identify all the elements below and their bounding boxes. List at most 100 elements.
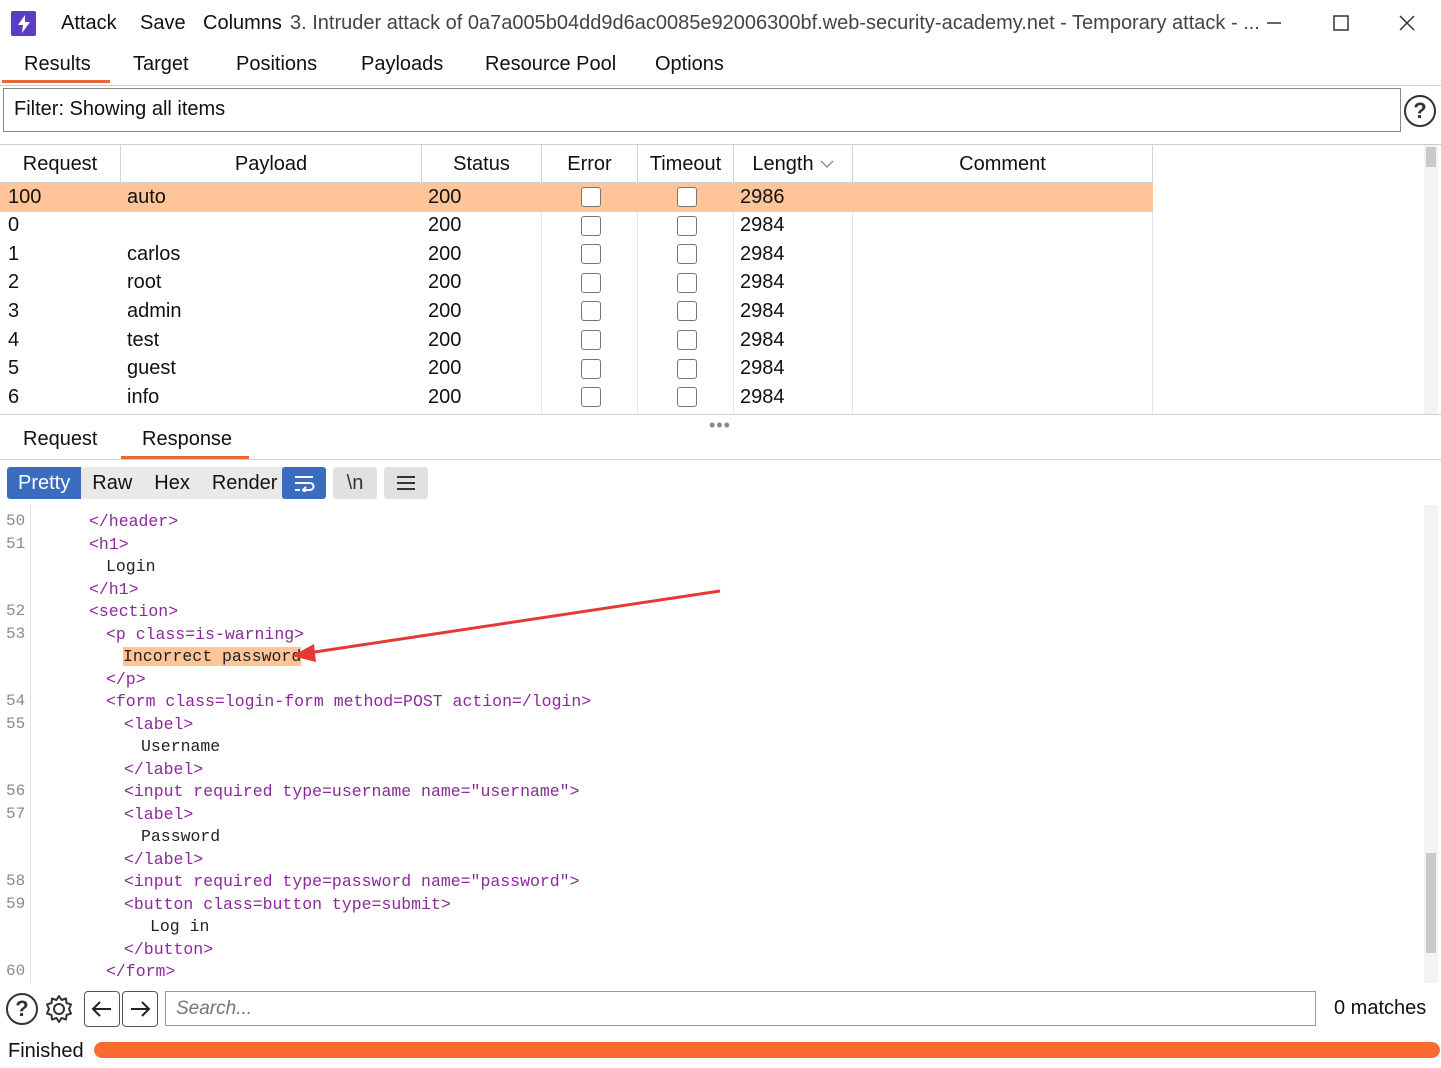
tab-resource-pool[interactable]: Resource Pool (485, 53, 616, 76)
wrap-lines-button[interactable] (282, 467, 326, 499)
cell-length: 2984 (740, 214, 785, 237)
settings-button[interactable] (42, 992, 76, 1026)
table-row[interactable]: 6 info 200 2984 (0, 383, 1153, 412)
cell-status: 200 (428, 299, 462, 322)
hamburger-menu-icon (397, 476, 415, 490)
response-code-view[interactable]: 50 51 52 53 54 55 56 57 58 59 60 </heade… (0, 505, 1424, 983)
cell-status: 200 (428, 185, 462, 208)
checkbox (677, 358, 697, 379)
table-row[interactable]: 2 root 200 2984 (0, 269, 1153, 298)
cell-timeout (677, 183, 697, 211)
cell-length: 2984 (740, 385, 785, 408)
view-hex-button[interactable]: Hex (143, 467, 201, 499)
search-input[interactable] (165, 991, 1316, 1026)
cell-error (581, 297, 601, 325)
tab-request[interactable]: Request (23, 428, 98, 451)
menu-columns[interactable]: Columns (203, 12, 282, 35)
checkbox (581, 358, 601, 379)
next-match-button[interactable] (122, 991, 158, 1027)
cell-request: 0 (8, 214, 20, 237)
burp-logo-icon (11, 11, 36, 36)
active-tab-indicator (121, 456, 249, 459)
checkbox (677, 244, 697, 265)
table-header: Request Payload Status Error Timeout Len… (0, 145, 1153, 183)
checkbox (677, 301, 697, 322)
cell-length: 2984 (740, 271, 785, 294)
filter-bar[interactable]: Filter: Showing all items (3, 88, 1401, 132)
table-row[interactable]: 100 auto 200 2986 (0, 183, 1153, 212)
checkbox (677, 387, 697, 408)
match-count: 0 matches (1334, 997, 1427, 1019)
column-length-label: Length (752, 152, 814, 175)
previous-match-button[interactable] (84, 991, 120, 1027)
cell-request: 5 (8, 357, 20, 380)
cell-status: 200 (428, 385, 462, 408)
status-label: Finished (8, 1040, 84, 1062)
minimize-button[interactable] (1254, 6, 1294, 40)
maximize-button[interactable] (1321, 6, 1361, 40)
progress-bar (94, 1042, 1440, 1058)
cell-status: 200 (428, 242, 462, 265)
table-row[interactable]: 5 guest 200 2984 (0, 355, 1153, 384)
cell-request: 4 (8, 328, 20, 351)
checkbox (581, 215, 601, 236)
active-tab-indicator (2, 80, 110, 83)
cell-request: 1 (8, 242, 20, 265)
view-render-button[interactable]: Render (200, 467, 289, 499)
table-row[interactable]: 3 admin 200 2984 (0, 297, 1153, 326)
help-icon: ? (6, 993, 38, 1025)
column-length[interactable]: Length (734, 145, 853, 183)
tab-response[interactable]: Response (142, 428, 232, 451)
tab-results[interactable]: Results (24, 53, 91, 76)
cell-timeout (677, 326, 697, 354)
checkbox (581, 387, 601, 408)
help-button[interactable]: ? (5, 992, 39, 1026)
show-newlines-button[interactable]: \n (333, 467, 377, 499)
arrow-right-icon (131, 1001, 151, 1017)
menu-save[interactable]: Save (140, 12, 186, 35)
cell-status: 200 (428, 357, 462, 380)
menu-button[interactable] (384, 467, 428, 499)
scrollbar-thumb[interactable] (1426, 147, 1436, 167)
column-error[interactable]: Error (542, 145, 638, 183)
cell-request: 2 (8, 271, 20, 294)
code-scrollbar[interactable] (1424, 505, 1438, 983)
table-row[interactable]: 0 200 2984 (0, 212, 1153, 241)
cell-payload: test (127, 328, 160, 351)
cell-length: 2984 (740, 242, 785, 265)
tab-positions[interactable]: Positions (236, 53, 317, 76)
tab-options[interactable]: Options (655, 53, 724, 76)
tab-target[interactable]: Target (133, 53, 189, 76)
close-button[interactable] (1387, 6, 1427, 40)
table-row[interactable]: 1 carlos 200 2984 (0, 240, 1153, 269)
table-scrollbar[interactable] (1424, 145, 1438, 414)
menu-attack[interactable]: Attack (61, 12, 117, 35)
view-mode-bar: Pretty Raw Hex Render (7, 467, 289, 499)
annotation-arrow-icon (292, 589, 721, 662)
cell-length: 2984 (740, 299, 785, 322)
table-row[interactable]: 4 test 200 2984 (0, 326, 1153, 355)
cell-status: 200 (428, 214, 462, 237)
results-table: Request Payload Status Error Timeout Len… (0, 144, 1441, 415)
cell-error (581, 269, 601, 297)
checkbox (581, 272, 601, 293)
tab-payloads[interactable]: Payloads (361, 53, 443, 76)
scrollbar-thumb[interactable] (1426, 853, 1436, 953)
view-raw-button[interactable]: Raw (81, 467, 144, 499)
view-pretty-button[interactable]: Pretty (7, 467, 82, 499)
column-request[interactable]: Request (0, 145, 121, 183)
column-comment[interactable]: Comment (853, 145, 1153, 183)
cell-payload: admin (127, 299, 182, 322)
cell-error (581, 383, 601, 411)
column-status[interactable]: Status (422, 145, 542, 183)
checkbox (581, 330, 601, 350)
arrow-left-icon (91, 1001, 111, 1017)
cell-timeout (677, 212, 697, 240)
column-payload[interactable]: Payload (121, 145, 422, 183)
cell-length: 2984 (740, 328, 785, 351)
cell-timeout (677, 240, 697, 268)
help-icon[interactable]: ? (1404, 95, 1436, 127)
column-timeout[interactable]: Timeout (638, 145, 734, 183)
cell-error (581, 240, 601, 268)
cell-timeout (677, 383, 697, 411)
